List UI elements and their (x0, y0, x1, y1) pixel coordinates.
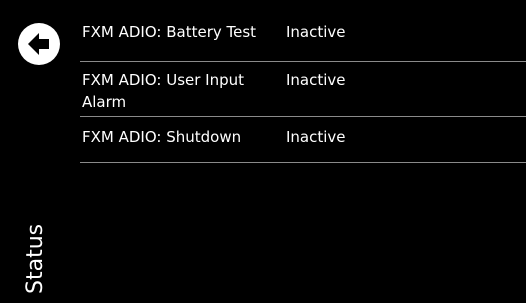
page-title: Status (23, 223, 48, 294)
back-arrow-icon (28, 33, 49, 55)
status-name: FXM ADIO: User Input Alarm (82, 71, 245, 111)
status-row-battery-test: FXM ADIO: Battery Test Inactive (80, 10, 526, 61)
status-screen: Status FXM ADIO: Battery Test Inactive F… (0, 0, 526, 303)
row-divider (80, 162, 526, 163)
status-list: FXM ADIO: Battery Test Inactive FXM ADIO… (80, 10, 526, 163)
status-value: Inactive (286, 128, 346, 146)
back-button[interactable] (18, 23, 60, 65)
status-row-user-input-alarm: FXM ADIO: User Input Alarm Inactive (80, 62, 526, 116)
status-name: FXM ADIO: Shutdown (82, 128, 242, 146)
status-name: FXM ADIO: Battery Test (82, 23, 257, 41)
status-row-shutdown: FXM ADIO: Shutdown Inactive (80, 117, 526, 162)
status-value: Inactive (286, 23, 346, 41)
status-value: Inactive (286, 71, 346, 89)
